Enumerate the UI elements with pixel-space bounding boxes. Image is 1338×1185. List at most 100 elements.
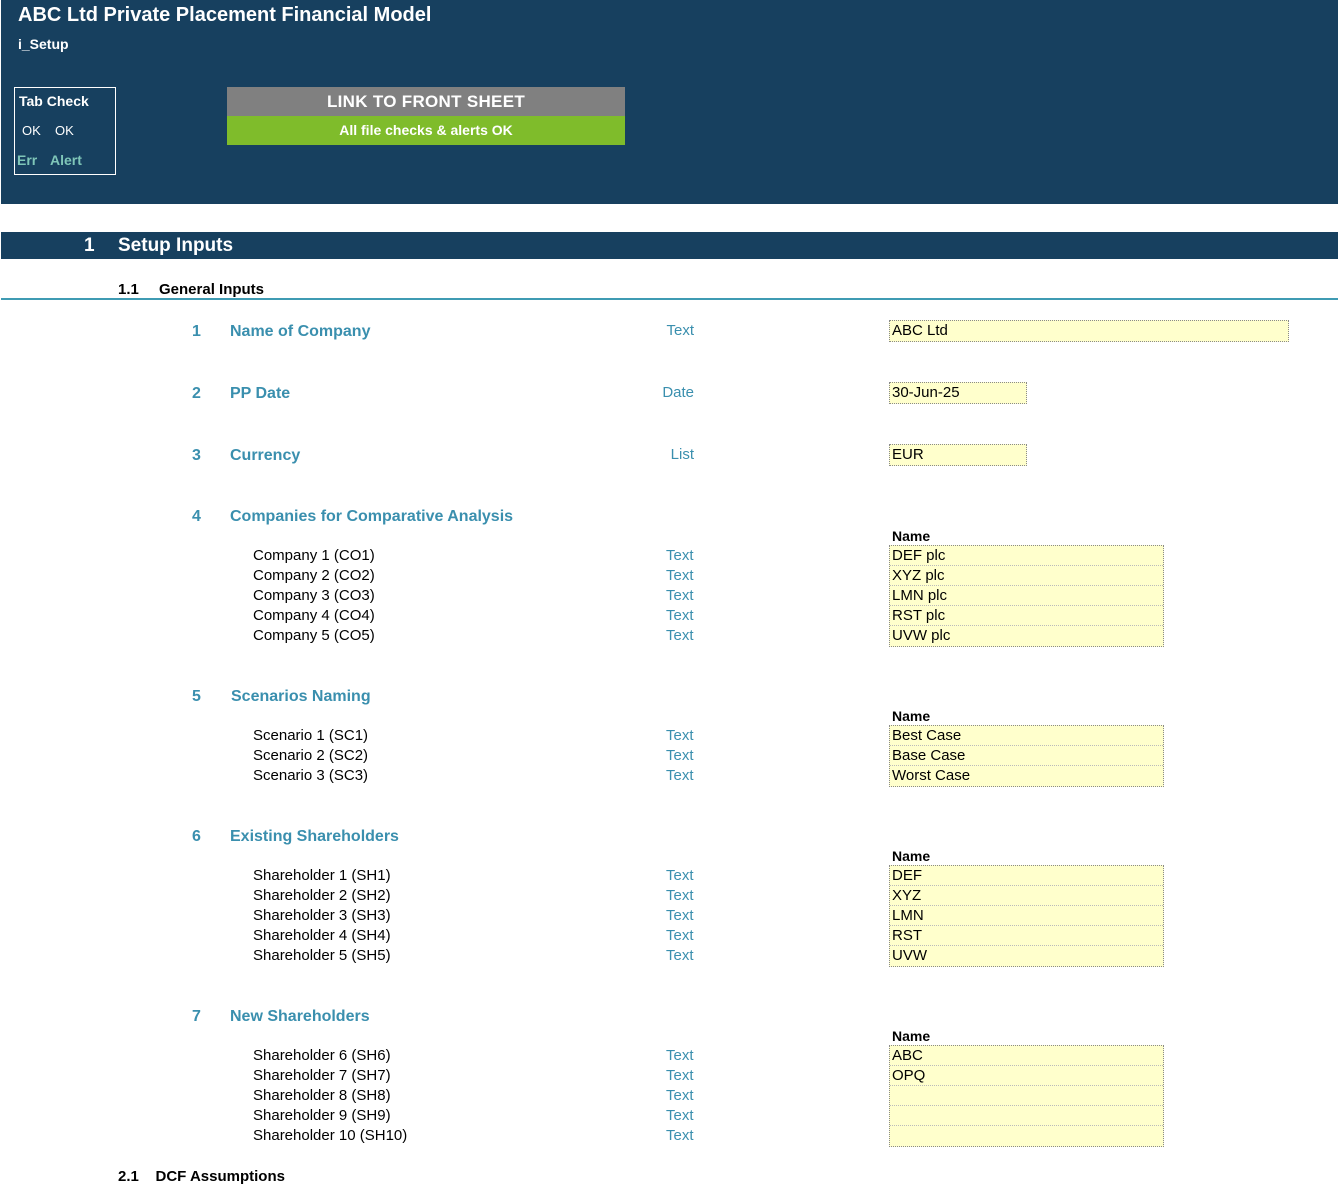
row-label: Shareholder 10 (SH10) bbox=[253, 1127, 408, 1144]
item-number: 2 bbox=[192, 385, 201, 402]
shareholder-5-input[interactable]: UVW bbox=[890, 946, 1163, 966]
shareholder-10-input[interactable] bbox=[890, 1126, 1163, 1146]
row-type: Text bbox=[666, 727, 694, 744]
row-label: Scenario 2 (SC2) bbox=[253, 747, 369, 764]
pp-date-input[interactable]: 30-Jun-25 bbox=[889, 382, 1027, 404]
row-label: Shareholder 8 (SH8) bbox=[253, 1087, 391, 1104]
model-title: ABC Ltd Private Placement Financial Mode… bbox=[18, 4, 432, 26]
shareholder-3-input[interactable]: LMN bbox=[890, 906, 1163, 926]
company-2-input[interactable]: XYZ plc bbox=[890, 566, 1163, 586]
section-header: 1 Setup Inputs bbox=[1, 232, 1338, 259]
item-number: 7 bbox=[192, 1008, 201, 1025]
subsection-divider bbox=[1, 298, 1338, 300]
comparatives-label: Companies for Comparative Analysis bbox=[230, 508, 514, 525]
company-4-input[interactable]: RST plc bbox=[890, 606, 1163, 626]
item-number: 5 bbox=[192, 688, 201, 705]
new-shareholders-input-group: ABC OPQ bbox=[889, 1045, 1164, 1147]
row-label: Company 3 (CO3) bbox=[253, 587, 375, 604]
row-label: Shareholder 3 (SH3) bbox=[253, 907, 391, 924]
scenarios-label: Scenarios Naming bbox=[231, 688, 371, 705]
row-type: Text bbox=[666, 887, 694, 904]
shareholder-8-input[interactable] bbox=[890, 1086, 1163, 1106]
section-number: 1 bbox=[84, 235, 95, 256]
model-header: ABC Ltd Private Placement Financial Mode… bbox=[1, 0, 1338, 204]
shareholder-7-input[interactable]: OPQ bbox=[890, 1066, 1163, 1086]
sheet-name: i_Setup bbox=[18, 36, 69, 52]
row-type: Text bbox=[666, 907, 694, 924]
item-number: 3 bbox=[192, 447, 201, 464]
row-label: Shareholder 9 (SH9) bbox=[253, 1107, 391, 1124]
row-type: Text bbox=[666, 947, 694, 964]
row-type: Text bbox=[666, 1067, 694, 1084]
company-name-label: Name of Company bbox=[230, 323, 371, 340]
row-type: Text bbox=[666, 1107, 694, 1124]
tab-check-alert-label: Alert bbox=[50, 152, 82, 168]
row-label: Company 2 (CO2) bbox=[253, 567, 375, 584]
company-1-input[interactable]: DEF plc bbox=[890, 546, 1163, 566]
row-type: Text bbox=[666, 867, 694, 884]
tab-check-ok-alert: OK bbox=[55, 123, 74, 138]
company-5-input[interactable]: UVW plc bbox=[890, 626, 1163, 646]
row-label: Scenario 3 (SC3) bbox=[253, 767, 369, 784]
file-checks-status: All file checks & alerts OK bbox=[227, 116, 625, 145]
subsection-title: General Inputs bbox=[159, 281, 265, 298]
shareholder-1-input[interactable]: DEF bbox=[890, 866, 1163, 886]
company-3-input[interactable]: LMN plc bbox=[890, 586, 1163, 606]
row-label: Shareholder 5 (SH5) bbox=[253, 947, 391, 964]
link-to-front-sheet-button[interactable]: LINK TO FRONT SHEET bbox=[227, 87, 625, 116]
row-label: Shareholder 1 (SH1) bbox=[253, 867, 391, 884]
row-type: Text bbox=[666, 627, 694, 644]
company-name-type: Text bbox=[666, 322, 694, 339]
row-label: Shareholder 7 (SH7) bbox=[253, 1067, 391, 1084]
section-title: Setup Inputs bbox=[118, 235, 234, 256]
next-subsection-title: 2.1 DCF Assumptions bbox=[118, 1168, 285, 1185]
row-label: Company 4 (CO4) bbox=[253, 607, 375, 624]
shareholder-9-input[interactable] bbox=[890, 1106, 1163, 1126]
company-name-input[interactable]: ABC Ltd bbox=[889, 320, 1289, 342]
pp-date-type: Date bbox=[662, 384, 694, 401]
row-type: Text bbox=[666, 547, 694, 564]
shareholder-2-input[interactable]: XYZ bbox=[890, 886, 1163, 906]
row-type: Text bbox=[666, 1127, 694, 1144]
row-type: Text bbox=[666, 927, 694, 944]
name-column-header: Name bbox=[892, 1028, 931, 1044]
shareholder-4-input[interactable]: RST bbox=[890, 926, 1163, 946]
scenario-1-input[interactable]: Best Case bbox=[890, 726, 1163, 746]
row-type: Text bbox=[666, 747, 694, 764]
shareholder-6-input[interactable]: ABC bbox=[890, 1046, 1163, 1066]
row-label: Company 1 (CO1) bbox=[253, 547, 375, 564]
row-type: Text bbox=[666, 587, 694, 604]
comparatives-input-group: DEF plc XYZ plc LMN plc RST plc UVW plc bbox=[889, 545, 1164, 647]
row-type: Text bbox=[666, 607, 694, 624]
tab-check-err-label: Err bbox=[17, 152, 38, 168]
currency-label: Currency bbox=[230, 447, 301, 464]
currency-select[interactable]: EUR bbox=[889, 444, 1027, 466]
tab-check-panel: Tab Check OK OK Err Alert bbox=[14, 87, 116, 175]
row-type: Text bbox=[666, 1087, 694, 1104]
scenario-2-input[interactable]: Base Case bbox=[890, 746, 1163, 766]
row-label: Shareholder 6 (SH6) bbox=[253, 1047, 391, 1064]
item-number: 4 bbox=[192, 508, 201, 525]
name-column-header: Name bbox=[892, 708, 931, 724]
row-label: Scenario 1 (SC1) bbox=[253, 727, 369, 744]
row-label: Shareholder 2 (SH2) bbox=[253, 887, 391, 904]
row-label: Company 5 (CO5) bbox=[253, 627, 375, 644]
item-number: 1 bbox=[192, 323, 201, 340]
existing-shareholders-input-group: DEF XYZ LMN RST UVW bbox=[889, 865, 1164, 967]
scenarios-input-group: Best Case Base Case Worst Case bbox=[889, 725, 1164, 787]
new-shareholders-label: New Shareholders bbox=[230, 1008, 370, 1025]
row-label: Shareholder 4 (SH4) bbox=[253, 927, 391, 944]
existing-shareholders-label: Existing Shareholders bbox=[230, 828, 399, 845]
tab-check-label: Tab Check bbox=[19, 93, 89, 109]
scenario-3-input[interactable]: Worst Case bbox=[890, 766, 1163, 786]
row-type: Text bbox=[666, 767, 694, 784]
currency-type: List bbox=[670, 446, 694, 463]
name-column-header: Name bbox=[892, 528, 931, 544]
row-type: Text bbox=[666, 1047, 694, 1064]
subsection-number: 1.1 bbox=[118, 281, 139, 298]
tab-check-ok-error: OK bbox=[22, 123, 41, 138]
item-number: 6 bbox=[192, 828, 201, 845]
name-column-header: Name bbox=[892, 848, 931, 864]
row-type: Text bbox=[666, 567, 694, 584]
pp-date-label: PP Date bbox=[230, 385, 291, 402]
